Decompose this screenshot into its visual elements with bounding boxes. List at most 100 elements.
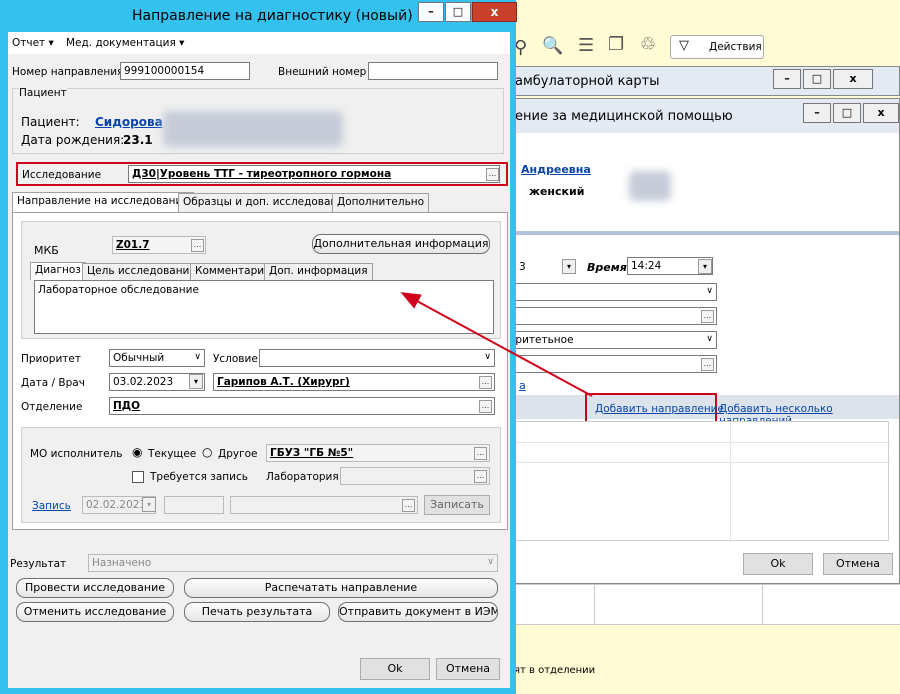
print-result-button[interactable]: Печать результата [184, 602, 330, 622]
calendar-dropdown[interactable]: ▾ [142, 497, 156, 512]
mo-field[interactable]: ГБУЗ "ГБ №5" [266, 444, 490, 462]
ellipsis-button[interactable]: ... [479, 400, 492, 413]
cancel-button[interactable]: Отмена [823, 553, 893, 575]
extra-info-button[interactable]: Дополнительная информация [312, 234, 490, 254]
research-field[interactable]: Д30|Уровень ТТГ - тиреотропного гормона [128, 165, 500, 183]
menu-report[interactable]: Отчет ▾ [12, 37, 54, 49]
ellipsis-button[interactable]: ... [402, 499, 415, 512]
ellipsis-button[interactable]: ... [474, 447, 487, 460]
laboratory-field[interactable] [340, 467, 490, 485]
minimize-button[interactable]: – [803, 103, 831, 123]
record-date-value: 02.02.2023 [86, 499, 147, 511]
tab-additional-info[interactable]: Доп. информация [264, 263, 373, 280]
ellipsis-button[interactable]: ... [479, 376, 492, 389]
list-icon[interactable]: ☰ [578, 35, 594, 56]
radio-other[interactable]: ○ [202, 445, 212, 459]
doctor-value: Гарипов А.Т. (Хирург) [217, 376, 350, 388]
binoculars-icon[interactable]: 🔍 [542, 36, 563, 56]
minimize-button[interactable]: – [773, 69, 801, 89]
cancel-research-button[interactable]: Отменить исследование [16, 602, 174, 622]
mo-group: МО исполнитель ◉ Текущее ○ Другое ГБУЗ "… [21, 427, 501, 523]
ellipsis-button[interactable]: ... [474, 470, 487, 483]
referral-number-field[interactable]: 999100000154 [120, 62, 250, 80]
time-label: Время [587, 261, 627, 274]
time-value: 14:24 [631, 260, 662, 272]
patient-name-link[interactable]: Андреевна [521, 163, 591, 176]
background-toolbar: ⚲ 🔍 ☰ ❐ ♲ ▽ Действия [500, 28, 900, 66]
department-field[interactable]: ПДО [109, 397, 495, 415]
time-dropdown[interactable]: ▾ [698, 259, 712, 274]
record-link[interactable]: Запись [32, 500, 71, 512]
minimize-button[interactable]: – [418, 2, 444, 22]
priority-value: оритетьное [509, 334, 574, 346]
tab-direction[interactable]: Направление на исследование [12, 192, 194, 212]
dropdown-field-1[interactable]: ∨ [505, 283, 717, 301]
print-direction-button[interactable]: Распечатать направление [184, 578, 498, 598]
window-titlebar: ение за медицинской помощью – □ x [507, 99, 899, 133]
department-label: Отделение [21, 401, 83, 413]
partial-field-2[interactable] [505, 355, 717, 373]
calendar-dropdown[interactable]: ▾ [189, 374, 203, 389]
date-dropdown[interactable]: ▾ [562, 259, 576, 274]
patient-name-link[interactable]: Сидорова [95, 115, 163, 129]
priority-field[interactable]: оритетьное ∨ [505, 331, 717, 349]
dialog-title: Направление на диагностику (новый) [132, 8, 413, 24]
doctor-field[interactable]: Гарипов А.Т. (Хирург) [213, 373, 495, 391]
record-time-field[interactable] [164, 496, 224, 514]
ellipsis-button[interactable]: ... [701, 358, 714, 371]
maximize-button[interactable]: □ [445, 2, 471, 22]
maximize-button[interactable]: □ [833, 103, 861, 123]
condition-select[interactable]: ∨ [259, 349, 495, 367]
diagnosis-textarea[interactable]: Лабораторное обследование [34, 280, 494, 334]
ellipsis-button[interactable]: ... [701, 310, 714, 323]
tab-samples[interactable]: Образцы и доп. исследования [178, 193, 356, 212]
ellipsis-button[interactable]: ... [191, 239, 204, 252]
mo-label: МО исполнитель [30, 448, 123, 460]
record-slot-field[interactable] [230, 496, 418, 514]
mkb-label: МКБ [34, 244, 59, 257]
close-button[interactable]: x [472, 2, 517, 22]
patient-group-label: Пациент [19, 87, 67, 99]
close-button[interactable]: x [863, 103, 899, 123]
tab-additional[interactable]: Дополнительно [332, 193, 430, 212]
research-label: Исследование [22, 169, 102, 181]
people-icon[interactable]: ♲ [640, 34, 656, 55]
diagnosis-text: Лабораторное обследование [38, 284, 199, 296]
result-select[interactable]: Назначено ∨ [88, 554, 498, 572]
actions-dropdown[interactable]: ▽ Действия [670, 35, 764, 59]
record-button[interactable]: Записать [424, 495, 490, 515]
requires-record-checkbox[interactable] [132, 471, 144, 483]
close-button[interactable]: x [833, 69, 873, 89]
mkb-value: Z01.7 [116, 239, 150, 251]
dob-label: Дата рождения: [21, 133, 125, 147]
add-direction-link[interactable]: Добавить направление [595, 403, 724, 415]
chevron-down-icon: ▽ [679, 38, 689, 53]
tab-diagnosis[interactable]: Диагноз [30, 262, 86, 280]
result-value: Назначено [92, 557, 152, 569]
research-value: Д30|Уровень ТТГ - тиреотропного гормона [132, 168, 392, 180]
ok-button[interactable]: Ok [743, 553, 813, 575]
patient-label: Пациент: [21, 115, 80, 129]
radio-current-label: Текущее [148, 448, 197, 460]
ok-button[interactable]: Ok [360, 658, 430, 680]
document-icon[interactable]: ❐ [608, 34, 624, 55]
priority-label: Приоритет [21, 353, 81, 365]
mo-value: ГБУЗ "ГБ №5" [270, 447, 354, 459]
radio-current[interactable]: ◉ [132, 445, 142, 459]
external-number-field[interactable] [368, 62, 498, 80]
conduct-research-button[interactable]: Провести исследование [16, 578, 174, 598]
menu-med-docs[interactable]: Мед. документация ▾ [66, 37, 184, 49]
chevron-down-icon: ∨ [487, 557, 494, 567]
cancel-button[interactable]: Отмена [436, 658, 500, 680]
send-iemk-button[interactable]: Отправить документ в ИЭМК [338, 602, 498, 622]
patient-header: Андреевна женский [507, 149, 899, 231]
ellipsis-button[interactable]: ... [486, 168, 499, 181]
partial-field-1[interactable]: я [505, 307, 717, 325]
actions-label: Действия [709, 41, 762, 53]
condition-label: Условие: [213, 353, 262, 365]
tab-purpose[interactable]: Цель исследования [82, 263, 201, 280]
priority-select[interactable]: Обычный ∨ [109, 349, 205, 367]
maximize-button[interactable]: □ [803, 69, 831, 89]
partial-link[interactable]: а [519, 379, 526, 392]
date-partial: 3 [519, 261, 526, 273]
